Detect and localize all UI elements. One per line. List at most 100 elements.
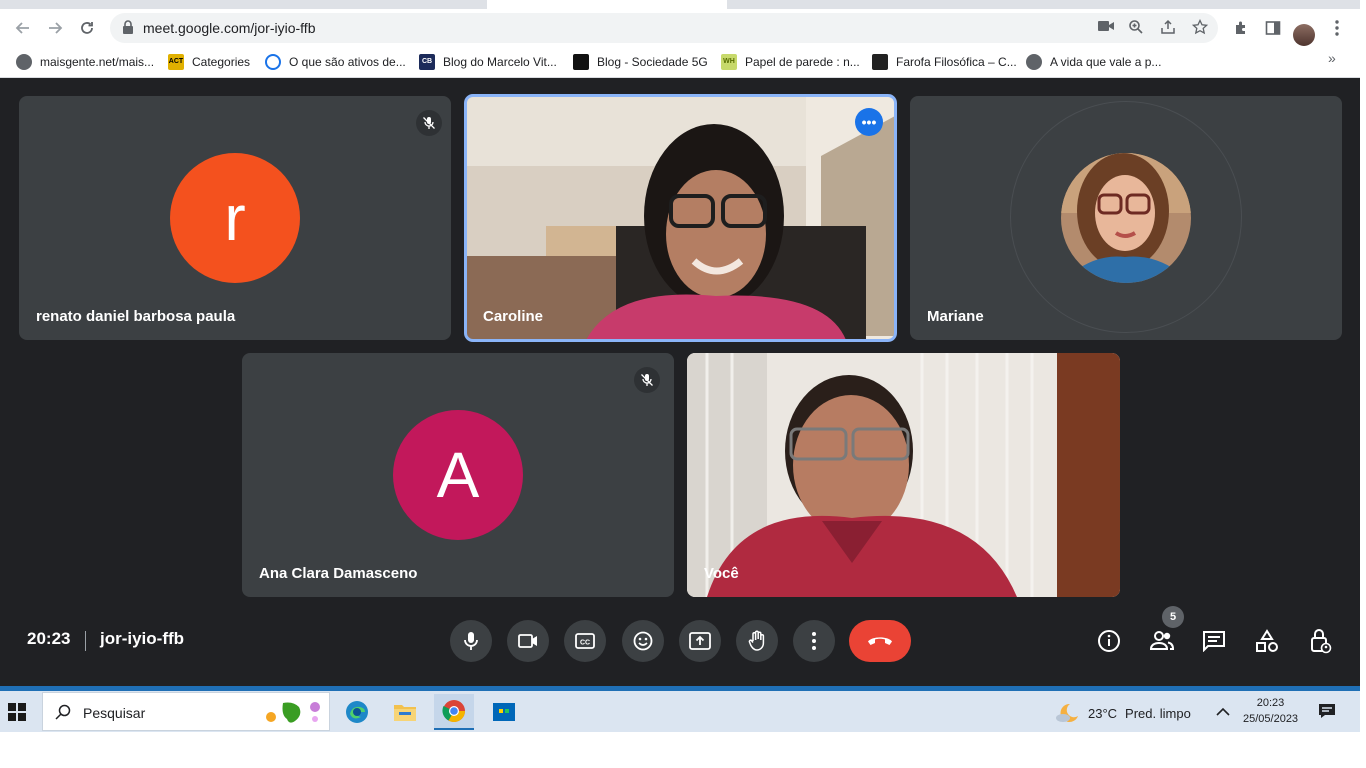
meet-stage: r renato daniel barbosa paula ••• Caroli… — [0, 78, 1360, 686]
bookmark-item[interactable]: WH Papel de parede : n... — [721, 52, 860, 72]
system-clock[interactable]: 20:23 25/05/2023 — [1243, 695, 1298, 727]
participant-name: renato daniel barbosa paula — [36, 308, 236, 325]
more-bookmarks-button[interactable]: » — [1328, 50, 1336, 66]
camera-in-use-icon[interactable] — [1096, 19, 1116, 37]
zoom-icon[interactable] — [1126, 19, 1146, 37]
participant-tile[interactable]: A Ana Clara Damasceno — [242, 353, 674, 597]
forward-icon[interactable] — [42, 15, 68, 41]
bookmark-star-icon[interactable] — [1190, 18, 1210, 37]
globe-icon — [1026, 54, 1042, 70]
bookmark-item[interactable]: maisgente.net/mais... — [16, 52, 154, 72]
participant-video — [466, 96, 895, 340]
side-panel-icon[interactable] — [1260, 15, 1286, 41]
bookmark-item[interactable]: Blog - Sociedade 5G — [573, 52, 708, 72]
participant-tile[interactable]: ••• Caroline — [466, 96, 895, 340]
chat-button[interactable] — [1199, 626, 1229, 656]
bookmark-label: O que são ativos de... — [289, 55, 406, 69]
microphone-icon — [464, 632, 478, 650]
profile-avatar[interactable] — [1293, 24, 1315, 46]
people-button[interactable] — [1147, 626, 1177, 656]
browser-toolbar: meet.google.com/jor-iyio-ffb — [0, 9, 1360, 46]
store-app-icon[interactable] — [484, 694, 524, 730]
bookmark-item[interactable]: ACT Categories — [168, 52, 250, 72]
participant-avatar: A — [393, 410, 523, 540]
reload-icon[interactable] — [74, 15, 100, 41]
meeting-clock: 20:23 — [27, 629, 71, 648]
meeting-info-button[interactable] — [1094, 626, 1124, 656]
screen-right-margin — [1360, 0, 1366, 768]
leave-call-button[interactable] — [849, 620, 911, 662]
chrome-app-icon[interactable] — [434, 694, 474, 730]
bookmark-item[interactable]: CB Blog do Marcelo Vit... — [419, 52, 557, 72]
present-button[interactable] — [679, 620, 721, 662]
participant-tile[interactable]: Você — [687, 353, 1120, 597]
bookmark-label: Papel de parede : n... — [745, 55, 860, 69]
address-bar[interactable]: meet.google.com/jor-iyio-ffb — [110, 13, 1218, 43]
menu-kebab-icon[interactable] — [1324, 15, 1350, 41]
mic-off-icon — [634, 367, 660, 393]
camera-button[interactable] — [507, 620, 549, 662]
edge-app-icon[interactable] — [337, 694, 377, 730]
more-options-icon[interactable]: ••• — [855, 108, 883, 136]
reactions-button[interactable] — [622, 620, 664, 662]
cb-favicon-icon: CB — [419, 54, 435, 70]
divider — [85, 631, 86, 651]
bookmark-label: Farofa Filosófica – C... — [896, 55, 1017, 69]
tab-strip — [0, 0, 1360, 9]
weather-temp: 23°C — [1088, 705, 1118, 721]
participant-name: Caroline — [483, 308, 544, 325]
participant-tile[interactable]: r renato daniel barbosa paula — [19, 96, 451, 340]
farofa-favicon-icon — [872, 54, 888, 70]
categories-favicon-icon: ACT — [168, 54, 184, 70]
people-count-badge: 5 — [1162, 606, 1184, 628]
bookmark-label: A vida que vale a p... — [1050, 55, 1162, 69]
participant-name: Você — [704, 565, 739, 582]
bookmark-label: Categories — [192, 55, 251, 69]
participant-name: Mariane — [927, 308, 984, 325]
activities-button[interactable] — [1252, 626, 1282, 656]
extensions-icon[interactable] — [1228, 15, 1254, 41]
lock-person-icon — [1311, 629, 1332, 654]
emoji-icon — [633, 631, 653, 651]
participant-video — [687, 353, 1120, 597]
globe-icon — [16, 54, 32, 70]
bookmark-label: Blog do Marcelo Vit... — [443, 55, 557, 69]
clock-date: 25/05/2023 — [1243, 713, 1299, 725]
captions-button[interactable]: CC — [564, 620, 606, 662]
bookmark-item[interactable]: O que são ativos de... — [265, 52, 406, 72]
file-explorer-icon[interactable] — [385, 694, 425, 730]
microphone-button[interactable] — [450, 620, 492, 662]
activities-icon — [1256, 629, 1278, 652]
participant-photo-avatar — [1061, 153, 1191, 283]
search-highlight-icon — [266, 702, 320, 723]
more-vert-icon — [812, 632, 816, 650]
hand-icon — [748, 630, 765, 651]
bookmark-item[interactable]: A vida que vale a p... — [1026, 52, 1161, 72]
screen-bottom-margin — [0, 732, 1360, 768]
participant-avatar: r — [170, 153, 300, 283]
camera-icon — [518, 634, 537, 648]
bookmark-item[interactable]: Farofa Filosófica – C... — [872, 52, 1017, 72]
more-options-button[interactable] — [793, 620, 835, 662]
url-text[interactable]: meet.google.com/jor-iyio-ffb — [143, 20, 315, 36]
bookmark-label: Blog - Sociedade 5G — [597, 55, 708, 69]
participant-tile[interactable]: Mariane — [910, 96, 1342, 340]
active-tab[interactable] — [487, 0, 727, 9]
raise-hand-button[interactable] — [736, 620, 778, 662]
notifications-icon[interactable] — [1318, 703, 1336, 724]
meeting-code: jor-iyio-ffb — [100, 629, 185, 648]
chevron-up-icon[interactable] — [1216, 703, 1230, 721]
chat-icon — [1203, 631, 1225, 652]
host-controls-button[interactable] — [1306, 626, 1336, 656]
back-icon[interactable] — [10, 15, 36, 41]
bookmarks-bar: maisgente.net/mais... ACT Categories O q… — [0, 46, 1360, 78]
end-call-icon — [868, 637, 892, 645]
captions-icon: CC — [575, 633, 595, 649]
weather-desc: Pred. limpo — [1125, 705, 1191, 721]
taskbar-search[interactable]: Pesquisar — [42, 692, 330, 731]
windows-start-icon[interactable] — [8, 703, 26, 721]
windows-taskbar: Pesquisar 23°C Pred. limpo 20:23 25/05/2… — [0, 691, 1360, 732]
share-icon[interactable] — [1158, 19, 1178, 37]
wallpaper-favicon-icon: WH — [721, 54, 737, 70]
weather-widget[interactable]: 23°C Pred. limpo — [1054, 701, 1191, 725]
